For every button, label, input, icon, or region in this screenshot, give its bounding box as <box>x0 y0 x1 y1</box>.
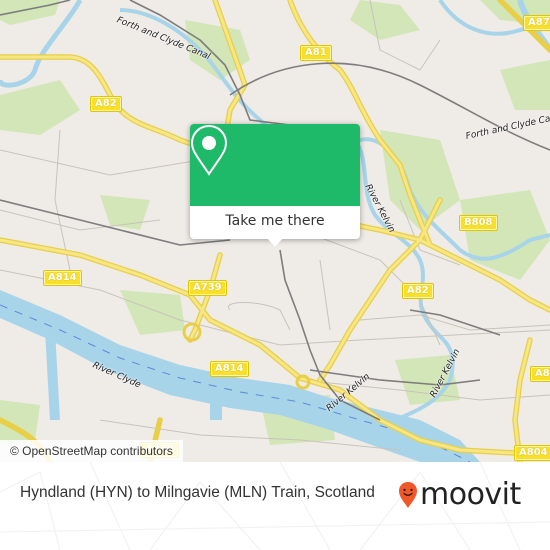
road-label-a82: A82 <box>402 283 434 299</box>
road-label-a81: A81 <box>300 45 332 61</box>
popup-tail <box>267 238 283 247</box>
moovit-pin-icon <box>399 482 417 508</box>
road-label-a804: A804 <box>514 445 550 461</box>
road-label-a739: A739 <box>188 280 227 296</box>
footer: Hyndland (HYN) to Milngavie (MLN) Train,… <box>0 462 550 550</box>
destination-popup: Take me there <box>190 124 360 247</box>
road-label-a814: A814 <box>43 270 82 286</box>
road-label-a879: A879 <box>523 15 550 31</box>
road-label-a82: A82 <box>530 366 550 382</box>
road-label-b808: B808 <box>459 215 498 231</box>
map-pin-icon <box>190 124 228 176</box>
popup-header <box>190 124 360 206</box>
road-label-a82: A82 <box>90 96 122 112</box>
map-attribution[interactable]: © OpenStreetMap contributors <box>0 440 183 462</box>
take-me-there-button[interactable]: Take me there <box>190 206 360 239</box>
map[interactable]: A82 A81 A879 B808 A82 A814 A739 A814 A82… <box>0 0 550 462</box>
moovit-wordmark: moovit <box>420 477 521 512</box>
route-title: Hyndland (HYN) to Milngavie (MLN) Train,… <box>20 484 375 501</box>
road-label-a814: A814 <box>210 361 249 377</box>
